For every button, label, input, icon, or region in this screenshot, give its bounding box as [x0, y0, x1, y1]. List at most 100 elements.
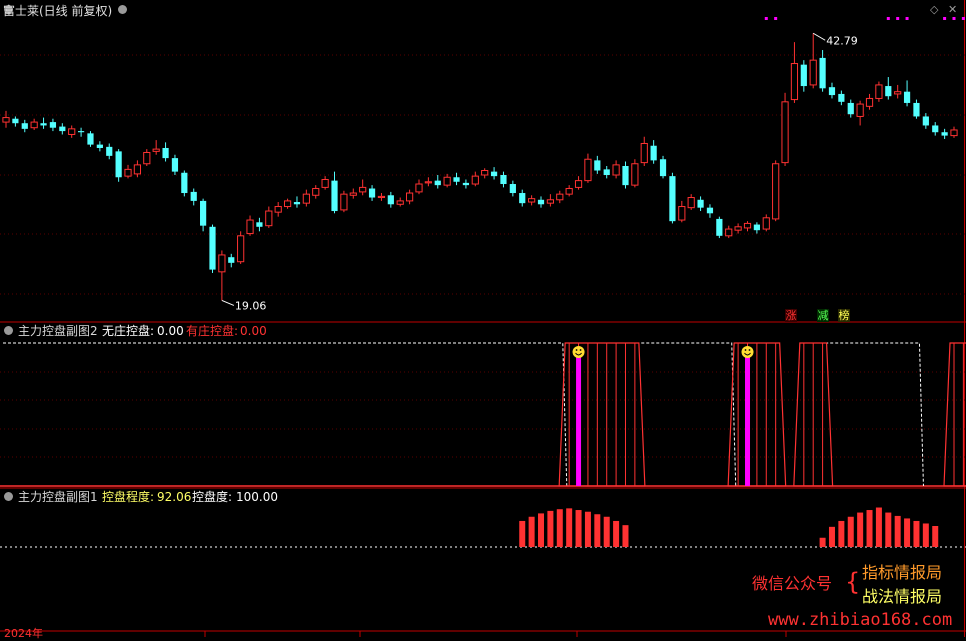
candle-8 [77, 127, 85, 137]
candle-45 [424, 177, 432, 187]
candle-95 [894, 84, 902, 99]
candle-body [669, 176, 676, 222]
candle-64 [603, 166, 610, 179]
high-price-label: 42.79 [826, 34, 858, 47]
candle-19 [181, 170, 188, 197]
candle-96 [903, 80, 911, 107]
candle-49 [462, 179, 470, 189]
sub1-value-1: 92.06 [157, 490, 192, 504]
candle-body [274, 206, 282, 213]
candle-body [725, 228, 733, 237]
candle-43 [406, 189, 414, 205]
candle-6 [59, 123, 66, 135]
candle-93 [875, 81, 883, 102]
candle-body [106, 146, 113, 156]
candle-92 [865, 93, 874, 110]
candle-body [434, 180, 441, 186]
candle-body [631, 163, 639, 186]
candle-9 [87, 131, 94, 147]
candle-body [537, 199, 545, 205]
candle-body [528, 198, 536, 203]
candle-25 [237, 231, 245, 264]
candle-body [218, 254, 226, 273]
candle-body [133, 164, 142, 175]
candle-body [809, 59, 817, 86]
candle-84 [790, 42, 799, 103]
candle-4 [40, 117, 47, 129]
candle-28 [265, 206, 273, 228]
candle-48 [453, 172, 460, 186]
sub1-bar-97 [913, 520, 920, 547]
candle-46 [434, 175, 441, 189]
candle-2 [21, 119, 28, 133]
candle-body [734, 226, 742, 231]
sub1-bar-58 [547, 510, 554, 547]
candle-body [124, 168, 132, 177]
candle-66 [622, 161, 629, 189]
candle-42 [396, 197, 404, 207]
candle-body [894, 91, 902, 95]
candle-body [819, 57, 826, 89]
candle-body [87, 133, 94, 145]
candle-body [838, 93, 845, 102]
date-axis-label: 2024年 [4, 627, 43, 640]
close-icon[interactable]: ✕ [948, 3, 957, 17]
candle-body [762, 217, 770, 230]
candle-22 [209, 224, 216, 273]
sub2-dashed-0 [3, 342, 568, 487]
sub2-value-2: 0.00 [240, 324, 267, 338]
candle-16 [152, 140, 160, 155]
marker-zhang[interactable]: 涨 [785, 309, 797, 322]
candle-body [913, 102, 920, 117]
sub2-collapse-icon[interactable] [4, 326, 13, 335]
candle-body [115, 151, 122, 178]
candle-body [800, 64, 807, 87]
candle-body [903, 91, 911, 103]
sub1-bar-87 [819, 537, 826, 547]
sub2-dashed-1 [641, 342, 737, 487]
candle-body [922, 116, 929, 126]
candle-99 [932, 122, 939, 136]
smiley-eye-left [575, 349, 578, 351]
sub1-bar-65 [613, 520, 620, 547]
candle-65 [612, 160, 620, 179]
sub1-bar-99 [932, 526, 939, 547]
candle-83 [781, 92, 789, 166]
candle-body [256, 222, 263, 227]
candle-63 [594, 155, 601, 174]
sub1-bar-57 [538, 513, 545, 547]
candle-97 [913, 99, 920, 119]
candle-58 [546, 194, 554, 207]
candle-body [594, 160, 601, 171]
sub1-indicator-name[interactable]: 主力控盘副图1 [18, 490, 98, 504]
candle-body [772, 163, 780, 220]
sub1-bar-62 [584, 511, 591, 547]
diamond-icon[interactable]: ◇ [930, 3, 938, 17]
candle-39 [368, 185, 376, 201]
marker-bang[interactable]: 榜 [838, 309, 850, 322]
signal-dot-5 [943, 17, 947, 20]
sub2-block-3 [943, 342, 966, 487]
candle-body [716, 218, 723, 236]
candle-72 [678, 200, 686, 223]
candle-37 [349, 188, 357, 199]
signal-dot-7 [961, 17, 965, 20]
marker-jian[interactable]: 减 [817, 309, 829, 322]
candle-body [143, 151, 151, 165]
candle-body [706, 207, 714, 214]
sub1-label-2: 控盘度: [192, 490, 233, 504]
candle-body [462, 182, 470, 186]
candle-body [368, 188, 376, 198]
candle-61 [574, 176, 583, 190]
chevron-down-icon[interactable] [118, 5, 127, 14]
sub1-bar-56 [528, 516, 535, 547]
candle-body [49, 122, 57, 128]
sub1-bar-98 [922, 523, 929, 547]
candle-15 [143, 149, 151, 166]
candle-38 [359, 179, 367, 196]
sub2-indicator-name[interactable]: 主力控盘副图2 [18, 324, 98, 338]
sub1-collapse-icon[interactable] [4, 492, 13, 501]
candle-body [302, 193, 310, 204]
candle-body [556, 193, 564, 201]
sub2-label-2: 有庄控盘: [186, 324, 239, 338]
